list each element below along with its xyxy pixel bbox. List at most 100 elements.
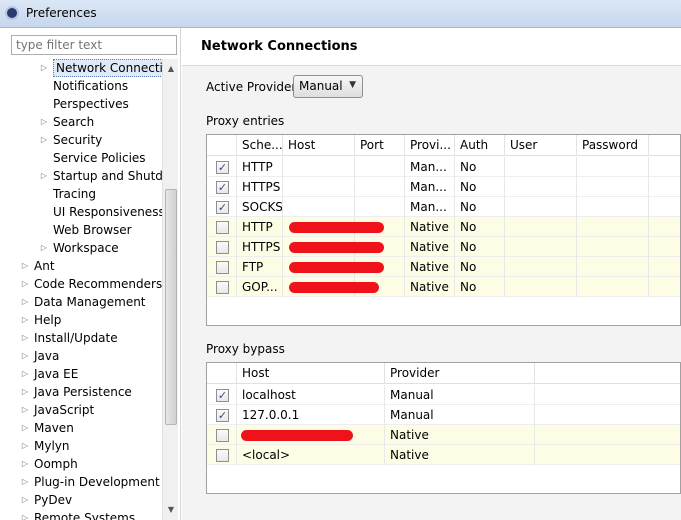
cell-auth: No: [455, 177, 505, 197]
redaction-mark: [289, 282, 379, 293]
scrollbar-thumb[interactable]: [165, 189, 177, 425]
page-title: Network Connections: [201, 39, 358, 54]
row-checkbox[interactable]: ✓: [216, 389, 229, 402]
row-checkbox[interactable]: [216, 449, 229, 462]
filter-input[interactable]: [11, 35, 177, 55]
cell-schema: FTP: [237, 257, 283, 277]
cell-auth: No: [455, 157, 505, 177]
expand-arrow-icon[interactable]: ▷: [20, 347, 30, 365]
column-header[interactable]: Port: [355, 135, 405, 156]
tree-item[interactable]: ▷ PyDev: [0, 491, 162, 509]
expand-arrow-icon[interactable]: ▷: [20, 473, 30, 491]
tree-item[interactable]: ▷ Help: [0, 311, 162, 329]
tree-item[interactable]: ▷ JavaScript: [0, 401, 162, 419]
tree-item[interactable]: ▷ Install/Update: [0, 329, 162, 347]
tree-item[interactable]: Tracing: [0, 185, 162, 203]
table-row[interactable]: ✓ HTTPS Man... No: [207, 177, 680, 197]
expand-arrow-icon[interactable]: ▷: [20, 419, 30, 437]
cell-password: [577, 237, 649, 257]
row-checkbox[interactable]: [216, 241, 229, 254]
table-row[interactable]: ✓ 127.0.0.1 Manual: [207, 405, 680, 425]
cell-provider: Native: [405, 257, 455, 277]
row-checkbox[interactable]: [216, 281, 229, 294]
expand-arrow-icon[interactable]: ▷: [20, 311, 30, 329]
expand-arrow-icon[interactable]: ▷: [20, 383, 30, 401]
column-header[interactable]: Provider: [385, 363, 535, 384]
cell-auth: No: [455, 277, 505, 297]
tree-item[interactable]: Service Policies: [0, 149, 162, 167]
column-header[interactable]: Host: [283, 135, 355, 156]
tree-item[interactable]: ▷ Workspace: [0, 239, 162, 257]
cell-host: [283, 197, 355, 217]
tree-item[interactable]: Perspectives: [0, 95, 162, 113]
tree-item[interactable]: ▷ Java: [0, 347, 162, 365]
tree-item-label: Java EE: [34, 367, 79, 381]
row-checkbox[interactable]: ✓: [216, 409, 229, 422]
tree-item[interactable]: ▷ Plug-in Development: [0, 473, 162, 491]
check-cell: ✓: [207, 197, 237, 217]
expand-arrow-icon[interactable]: ▷: [39, 113, 49, 131]
expand-arrow-icon[interactable]: ▷: [20, 293, 30, 311]
table-row[interactable]: ✓ SOCKS Man... No: [207, 197, 680, 217]
proxy-bypass-table: Host Provider ✓ localhost Manual ✓ 127.0.0.1 M…: [206, 362, 681, 494]
tree-item[interactable]: ▷ Security: [0, 131, 162, 149]
active-provider-select[interactable]: Manual ▼: [293, 75, 363, 98]
expand-arrow-icon[interactable]: ▷: [20, 491, 30, 509]
check-cell: ✓: [207, 385, 237, 405]
tree-item[interactable]: ▷ Java Persistence: [0, 383, 162, 401]
column-header[interactable]: User: [505, 135, 577, 156]
tree-item[interactable]: UI Responsiveness Monitoring: [0, 203, 162, 221]
table-row[interactable]: ✓ localhost Manual: [207, 385, 680, 405]
table-row[interactable]: <local> Native: [207, 445, 680, 465]
expand-arrow-icon[interactable]: ▷: [20, 509, 30, 520]
expand-arrow-icon[interactable]: ▷: [20, 275, 30, 293]
column-header[interactable]: Host: [237, 363, 385, 384]
tree-item[interactable]: ▷ Ant: [0, 257, 162, 275]
expand-arrow-icon[interactable]: ▷: [20, 257, 30, 275]
column-header[interactable]: Provi...: [405, 135, 455, 156]
tree-item-label: Data Management: [34, 295, 146, 309]
tree-item[interactable]: ▷ Oomph: [0, 455, 162, 473]
table-row[interactable]: Native: [207, 425, 680, 445]
tree-item[interactable]: ▷Network Connections: [0, 59, 162, 77]
scroll-down-icon[interactable]: ▼: [163, 502, 179, 518]
table-row[interactable]: ✓ HTTP Man... No: [207, 157, 680, 177]
tree-item[interactable]: ▷ Startup and Shutdown: [0, 167, 162, 185]
row-checkbox[interactable]: [216, 429, 229, 442]
tree-item[interactable]: Notifications: [0, 77, 162, 95]
row-checkbox[interactable]: ✓: [216, 161, 229, 174]
expand-arrow-icon[interactable]: ▷: [39, 167, 49, 185]
row-checkbox[interactable]: [216, 221, 229, 234]
expand-arrow-icon[interactable]: ▷: [20, 329, 30, 347]
tree-item[interactable]: ▷ Remote Systems: [0, 509, 162, 520]
tree-item[interactable]: ▷ Java EE: [0, 365, 162, 383]
tree-scrollbar[interactable]: ▲ ▼: [162, 59, 178, 520]
row-checkbox[interactable]: ✓: [216, 201, 229, 214]
expand-arrow-icon[interactable]: ▷: [20, 365, 30, 383]
row-checkbox[interactable]: [216, 261, 229, 274]
cell-provider: Man...: [405, 177, 455, 197]
tree-item[interactable]: ▷ Code Recommenders: [0, 275, 162, 293]
table-row[interactable]: GOP... Native No: [207, 277, 680, 297]
cell-port: [355, 157, 405, 177]
tree-item[interactable]: ▷ Mylyn: [0, 437, 162, 455]
expand-arrow-icon[interactable]: ▷: [39, 239, 49, 257]
table-row[interactable]: FTP Native No: [207, 257, 680, 277]
column-header[interactable]: Auth: [455, 135, 505, 156]
column-header[interactable]: Sche...: [237, 135, 283, 156]
expand-arrow-icon[interactable]: ▷: [20, 455, 30, 473]
tree-item[interactable]: Web Browser: [0, 221, 162, 239]
expand-arrow-icon[interactable]: ▷: [20, 437, 30, 455]
expand-arrow-icon[interactable]: ▷: [20, 401, 30, 419]
table-row[interactable]: HTTP Native No: [207, 217, 680, 237]
row-checkbox[interactable]: ✓: [216, 181, 229, 194]
tree-item[interactable]: ▷ Data Management: [0, 293, 162, 311]
column-header[interactable]: Password: [577, 135, 649, 156]
table-row[interactable]: HTTPS Native No: [207, 237, 680, 257]
cell-provider: Native: [405, 217, 455, 237]
tree-item[interactable]: ▷ Search: [0, 113, 162, 131]
expand-arrow-icon[interactable]: ▷: [39, 59, 49, 77]
expand-arrow-icon[interactable]: ▷: [39, 131, 49, 149]
scroll-up-icon[interactable]: ▲: [163, 61, 179, 77]
tree-item[interactable]: ▷ Maven: [0, 419, 162, 437]
